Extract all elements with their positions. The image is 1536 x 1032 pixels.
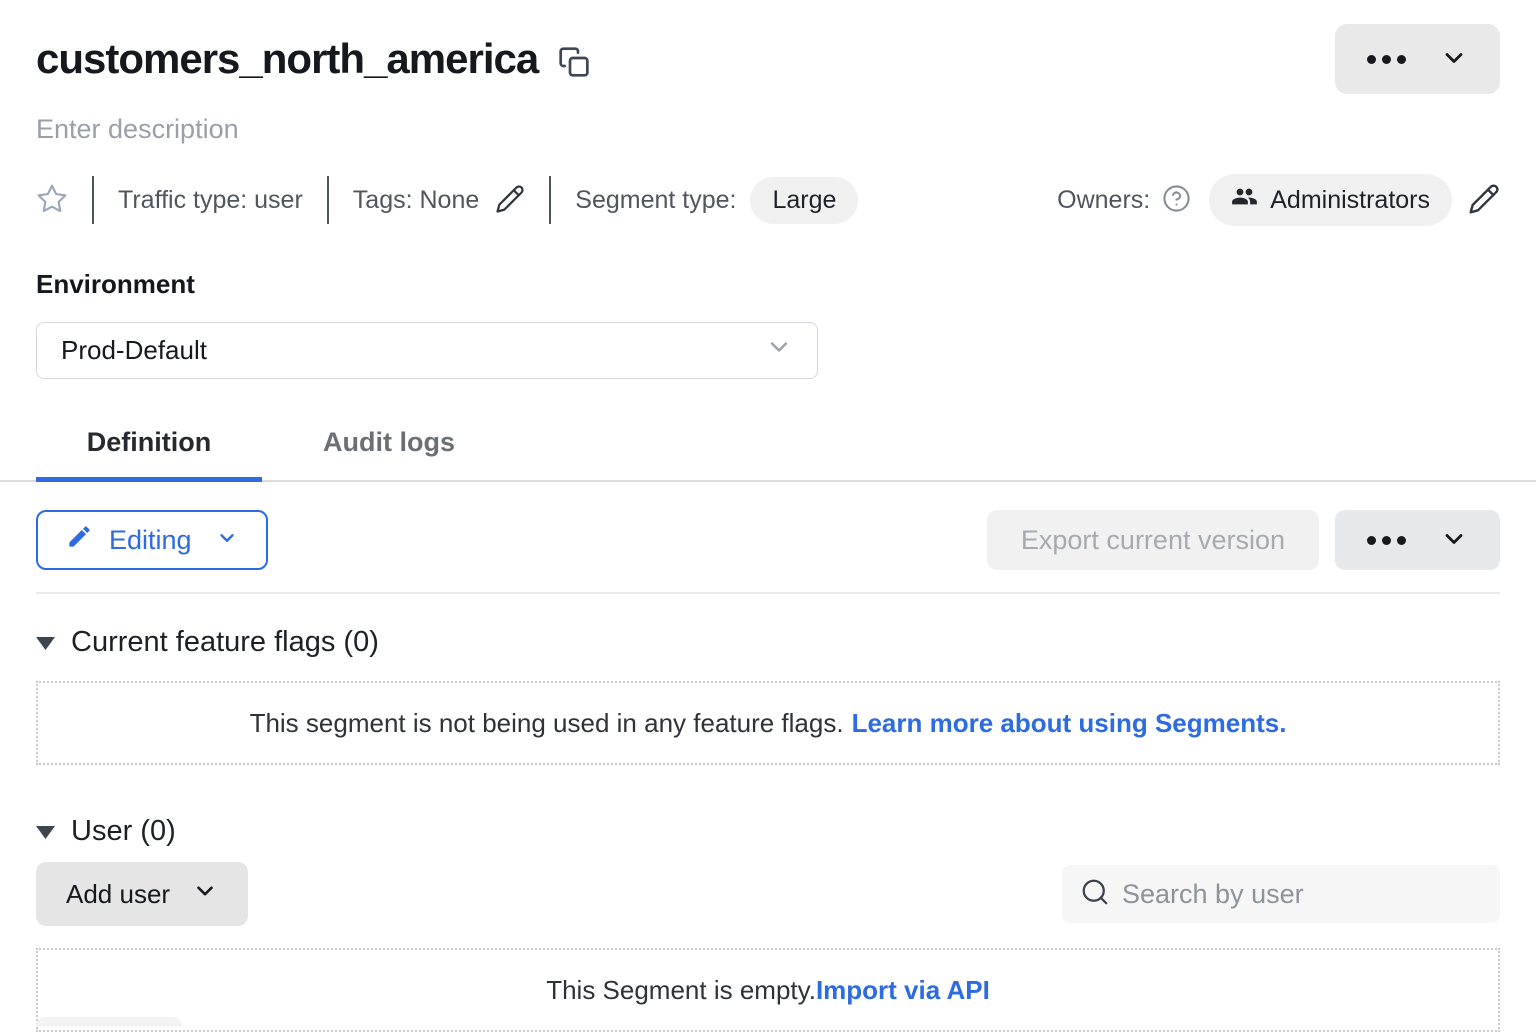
divider	[92, 176, 94, 224]
star-icon	[36, 183, 68, 218]
tags-label: Tags: None	[353, 186, 479, 215]
tab-definition[interactable]: Definition	[36, 417, 262, 482]
chevron-down-icon	[192, 878, 218, 911]
user-section: User (0) Add user This Segment is empty.	[36, 815, 1500, 1032]
owners-group: Owners: Administrators	[1057, 174, 1500, 226]
pencil-icon	[495, 184, 525, 217]
search-icon	[1080, 877, 1110, 912]
toolbar-right: Export current version	[987, 510, 1500, 570]
description-field[interactable]: Enter description	[36, 114, 1500, 145]
header-more-button[interactable]	[1335, 24, 1500, 94]
definition-more-button[interactable]	[1335, 510, 1500, 570]
environment-label: Environment	[36, 269, 1500, 300]
environment-select[interactable]: Prod-Default	[36, 322, 818, 379]
feature-flags-collapse-button[interactable]	[36, 632, 55, 654]
meta-row: Traffic type: user Tags: None Segment ty…	[36, 175, 1500, 225]
feature-flags-header: Current feature flags (0)	[36, 626, 1500, 659]
divider	[36, 592, 1500, 594]
pencil-icon	[1468, 183, 1500, 218]
edit-owners-button[interactable]	[1468, 183, 1500, 218]
user-section-collapse-button[interactable]	[36, 821, 55, 843]
owners-help-button[interactable]	[1162, 184, 1191, 216]
help-icon	[1162, 184, 1191, 216]
copy-button[interactable]	[558, 46, 590, 81]
environment-section: Environment Prod-Default	[36, 269, 1500, 379]
owners-label: Owners:	[1057, 186, 1150, 215]
people-icon	[1231, 183, 1258, 217]
tab-bar: Definition Audit logs	[36, 417, 1500, 482]
user-section-header: User (0)	[36, 815, 1500, 848]
user-empty-text: This Segment is empty.	[546, 975, 816, 1006]
collapse-triangle-icon	[36, 825, 55, 843]
feature-flags-empty-state: This segment is not being used in any fe…	[36, 681, 1500, 765]
search-by-user-input[interactable]	[1122, 879, 1482, 910]
definition-toolbar: Editing Export current version	[36, 510, 1500, 570]
import-via-api-link[interactable]: Import via API	[816, 975, 990, 1006]
feature-flags-title: Current feature flags (0)	[71, 626, 379, 659]
divider	[327, 176, 329, 224]
pencil-icon	[66, 523, 93, 557]
editing-mode-button[interactable]: Editing	[36, 510, 268, 570]
owners-badge[interactable]: Administrators	[1209, 174, 1452, 226]
ellipsis-icon	[1367, 536, 1406, 545]
cutoff-element	[36, 1017, 182, 1026]
user-search-box	[1062, 865, 1500, 923]
tab-audit-logs[interactable]: Audit logs	[276, 417, 502, 482]
segment-type-label: Segment type:	[575, 186, 736, 215]
divider	[549, 176, 551, 224]
ellipsis-icon	[1367, 55, 1406, 64]
export-version-button[interactable]: Export current version	[987, 510, 1319, 570]
feature-flags-empty-text: This segment is not being used in any fe…	[250, 708, 844, 739]
chevron-down-icon	[216, 525, 238, 556]
user-empty-state: This Segment is empty. Import via API	[36, 948, 1500, 1032]
user-section-title: User (0)	[71, 815, 176, 848]
learn-more-link[interactable]: Learn more about using Segments.	[852, 708, 1287, 739]
owners-badge-label: Administrators	[1270, 186, 1430, 215]
page-title: customers_north_america	[36, 35, 538, 83]
environment-selected-value: Prod-Default	[61, 335, 207, 366]
copy-icon	[558, 46, 590, 81]
feature-flags-section: Current feature flags (0) This segment i…	[36, 626, 1500, 765]
add-user-button-label: Add user	[66, 879, 170, 910]
chevron-down-icon	[1440, 525, 1468, 556]
chevron-down-icon	[1440, 44, 1468, 75]
user-toolbar: Add user	[36, 862, 1500, 926]
segment-detail-page: customers_north_america Enter descriptio…	[0, 24, 1536, 1032]
edit-tags-button[interactable]	[495, 184, 525, 217]
segment-type-badge: Large	[750, 177, 858, 224]
collapse-triangle-icon	[36, 636, 55, 654]
add-user-button[interactable]: Add user	[36, 862, 248, 926]
title-row: customers_north_america	[36, 24, 1500, 94]
chevron-down-icon	[765, 333, 793, 368]
editing-button-label: Editing	[109, 525, 192, 556]
traffic-type-label: Traffic type: user	[118, 186, 303, 215]
favorite-button[interactable]	[36, 183, 68, 218]
